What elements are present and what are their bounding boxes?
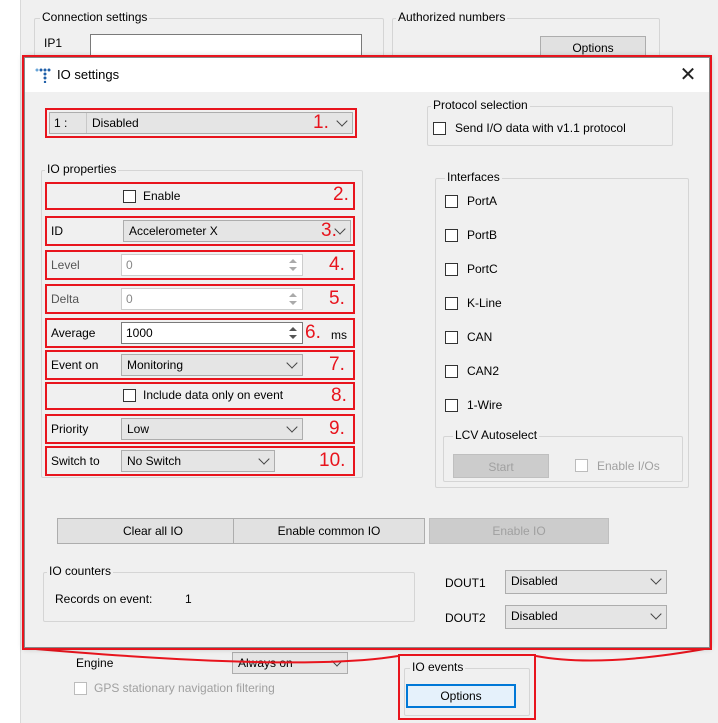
dialog-highlight <box>22 55 712 650</box>
